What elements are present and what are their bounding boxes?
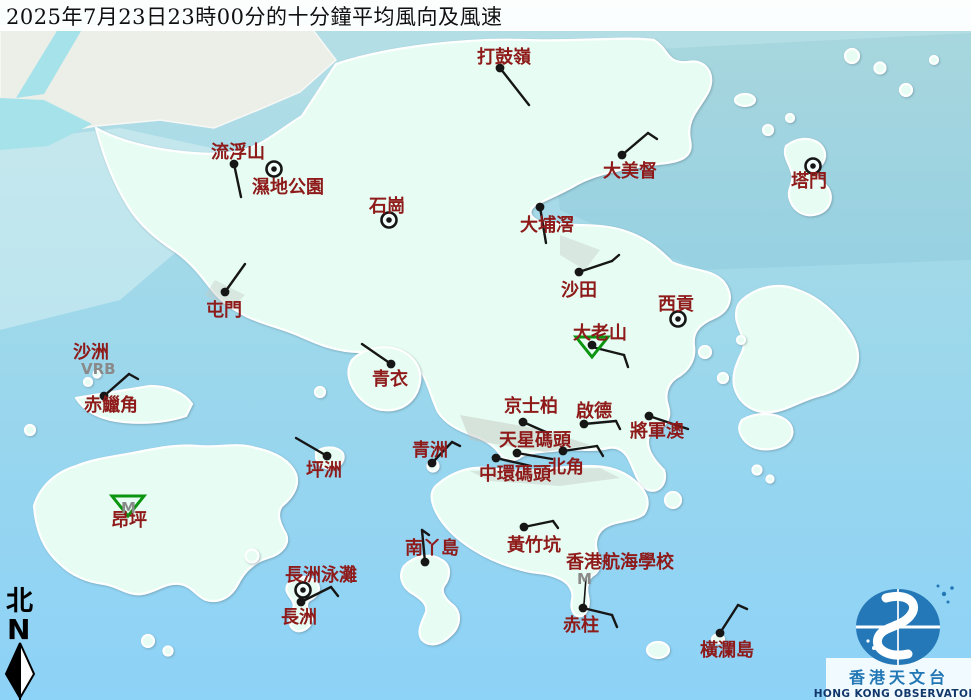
station-label: 青洲 [412,440,448,461]
station-label: 屯門 [206,299,242,321]
islet-mirs-bay-1 [845,49,859,63]
station-label: 石崗 [368,195,405,217]
station-label: 濕地公園 [252,176,324,198]
station-label: 長洲泳灘 [285,564,357,586]
islet-ma-wan [315,387,325,397]
station-label: 黃竹坑 [506,534,561,556]
islet-mirs-bay-2 [875,63,886,74]
station-label: 塔門 [791,170,827,192]
hko-logo-dot-1 [942,592,946,596]
station-label: 長洲 [281,607,317,628]
islet-port-shelter-3 [737,336,745,344]
islet-port-shelter-1 [699,346,711,358]
station-label: 南丫島 [405,537,459,559]
islet-ninepin-2 [767,476,774,483]
islet-tung-lung [665,492,681,508]
hko-logo-dot-3 [947,601,950,604]
hko-logo-name-chinese: 香港天文台 [848,668,949,687]
islet-soko-1 [142,635,154,647]
station-label: 中環碼頭 [479,463,552,485]
station-label: 流浮山 [211,141,265,163]
wind-map-screen: 打鼓嶺流浮山濕地公園石崗大美督塔門大埔滘沙田西貢大老山屯門沙洲VRB赤鱲角青衣坪… [0,0,971,700]
station-dot [536,203,545,212]
hko-logo-dot-5 [872,646,876,650]
calm-center-dot [810,163,816,169]
station-label: 大埔滘 [520,214,574,236]
calm-center-dot [300,587,306,593]
islet-crooked [735,94,755,106]
station-label: 西貢 [658,294,694,315]
map-title: 2025年7月23日23時00分的十分鐘平均風向及風速 [6,1,502,31]
land-high-island [739,414,792,449]
station-dot [221,288,230,297]
station-dot [716,629,725,638]
hko-logo-dot-6 [866,639,869,642]
station-dot [645,412,654,421]
station-label: 青衣 [372,368,408,390]
islet-hei-ling-chau [246,550,259,563]
station-dot [520,523,529,532]
station-dot [387,360,396,369]
title-bar: 2025年7月23日23時00分的十分鐘平均風向及風速 [0,0,971,31]
north-label-letter: N [7,613,30,646]
station-label: 北角 [548,456,584,478]
hko-logo-name-english: HONG KONG OBSERVATORY [814,688,971,700]
station-note: M [577,570,592,588]
station-dot [297,598,306,607]
station-label: 沙田 [561,280,597,301]
station-dot [575,268,584,277]
islet-double-haven-2 [786,114,794,122]
islet-sha-chau-1 [84,378,92,386]
station-note: VRB [81,360,116,378]
station-label: 打鼓嶺 [477,46,531,68]
islet-mirs-bay-3 [900,84,912,96]
hko-logo-dot-2 [950,586,954,590]
islet-mirs-bay-4 [930,56,938,64]
station-label: 將軍澳 [630,420,685,442]
calm-center-dot [386,217,392,223]
islet-ninepin-1 [753,466,762,475]
station-label: 大老山 [573,322,627,344]
hko-logo-dot-4 [937,585,940,588]
calm-center-dot [675,316,681,322]
north-arrow: 北 N [6,586,34,698]
islet-double-haven-1 [763,125,773,135]
station-label: 京士柏 [504,395,558,417]
station-label: 啟德 [576,400,612,422]
station-dot [618,151,627,160]
islet-west-lantau [25,425,35,435]
station-22: 昂坪M [111,496,147,531]
station-label: 赤鱲角 [84,394,138,416]
station-note: M [121,499,136,517]
map-canvas: 打鼓嶺流浮山濕地公園石崗大美督塔門大埔滘沙田西貢大老山屯門沙洲VRB赤鱲角青衣坪… [0,0,971,700]
station-dot [579,604,588,613]
station-label: 大美督 [603,160,657,182]
islet-po-toi [647,642,669,658]
station-label: 橫瀾島 [700,639,754,661]
station-dot [519,418,528,427]
station-dot [559,447,568,456]
calm-center-dot [271,166,277,172]
islet-soko-2 [164,647,173,656]
station-label: 坪洲 [306,460,342,481]
station-label: 赤柱 [563,614,599,636]
station-dot [492,454,501,463]
islet-port-shelter-2 [718,373,728,383]
